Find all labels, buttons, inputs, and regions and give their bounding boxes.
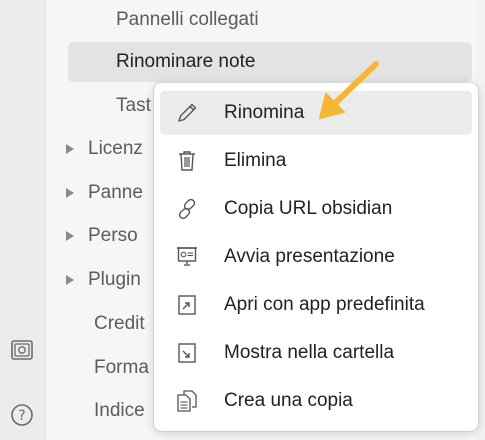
menu-item-copia-url[interactable]: Copia URL obsidian (160, 187, 472, 231)
menu-item-crea-una-copia[interactable]: Crea una copia (160, 379, 472, 423)
sidebar-item-label: Indice (94, 400, 145, 421)
menu-item-label: Mostra nella cartella (224, 342, 395, 363)
expand-triangle-icon[interactable] (66, 231, 74, 241)
sidebar-item-plugin[interactable]: Plugin (66, 260, 141, 300)
sidebar-item-label: Forma (94, 357, 149, 378)
sidebar-item-personalizzazione[interactable]: Perso (66, 216, 138, 256)
show-in-folder-icon (174, 340, 200, 366)
menu-item-label: Crea una copia (224, 390, 353, 411)
menu-item-label: Apri con app predefinita (224, 294, 425, 315)
context-menu: Rinomina Elimina Copia URL obsidian Avvi… (154, 83, 478, 431)
menu-item-mostra-nella-cartella[interactable]: Mostra nella cartella (160, 331, 472, 375)
menu-item-label: Avvia presentazione (224, 246, 395, 267)
sidebar-item-label: Perso (88, 225, 138, 246)
help-icon[interactable]: ? (9, 402, 35, 428)
sidebar-item-pannelli[interactable]: Panne (66, 173, 143, 213)
trash-icon (174, 148, 200, 174)
sidebar-item-rinominare-note[interactable]: Rinominare note (68, 42, 472, 82)
sidebar-item-formattazione[interactable]: Forma (94, 348, 149, 388)
menu-item-apri-con-app[interactable]: Apri con app predefinita (160, 283, 472, 327)
sidebar-item-label: Panne (88, 182, 143, 203)
sidebar-item-crediti[interactable]: Credit (94, 304, 145, 344)
menu-item-label: Elimina (224, 150, 287, 171)
sidebar-item-tasti[interactable]: Tast (116, 86, 151, 126)
svg-text:?: ? (18, 408, 25, 424)
copy-icon (174, 388, 200, 414)
left-ribbon: ? (0, 0, 46, 440)
menu-item-label: Rinomina (224, 102, 305, 123)
pencil-icon (174, 100, 200, 126)
presentation-icon (174, 244, 200, 270)
expand-triangle-icon[interactable] (66, 188, 74, 198)
vault-icon[interactable] (9, 337, 35, 363)
open-external-icon (174, 292, 200, 318)
sidebar-item-pannelli-collegati[interactable]: Pannelli collegati (116, 0, 259, 40)
sidebar-item-licenze[interactable]: Licenz (66, 129, 143, 169)
expand-triangle-icon[interactable] (66, 275, 74, 285)
sidebar-item-label: Pannelli collegati (116, 9, 259, 30)
menu-item-elimina[interactable]: Elimina (160, 139, 472, 183)
sidebar-item-indice[interactable]: Indice (94, 391, 145, 431)
link-icon (174, 196, 200, 222)
sidebar-item-label: Licenz (88, 138, 143, 159)
annotation-arrow-icon (319, 61, 379, 119)
sidebar-item-label: Plugin (88, 269, 141, 290)
sidebar-item-label: Tast (116, 95, 151, 116)
sidebar-item-label: Rinominare note (116, 51, 256, 72)
menu-item-label: Copia URL obsidian (224, 198, 393, 219)
expand-triangle-icon[interactable] (66, 144, 74, 154)
menu-item-avvia-presentazione[interactable]: Avvia presentazione (160, 235, 472, 279)
sidebar-item-label: Credit (94, 313, 145, 334)
